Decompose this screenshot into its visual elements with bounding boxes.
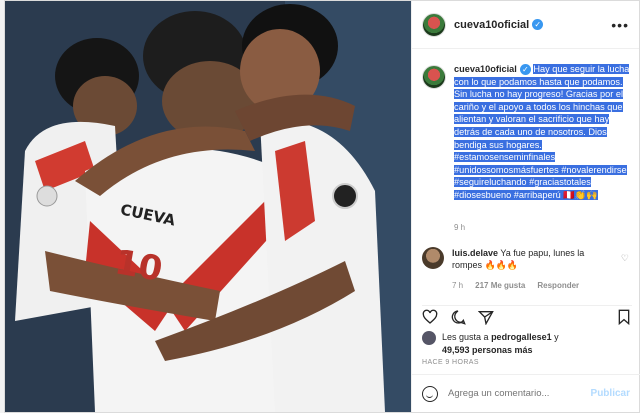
caption-body: cueva10oficial ✓ Hay que seguir la lucha …: [454, 63, 632, 202]
jersey-number: 10: [111, 242, 166, 290]
comment-item: luis.delave Ya fue papu, lunes la rompes…: [422, 247, 632, 271]
caption-avatar[interactable]: [422, 65, 446, 89]
header-username[interactable]: cueva10oficial: [454, 19, 529, 31]
publish-button[interactable]: Publicar: [591, 388, 630, 399]
post-caption: cueva10oficial ✓ Hay que seguir la lucha …: [422, 63, 632, 202]
post-timestamp[interactable]: HACE 9 HORAS: [422, 359, 479, 366]
heart-icon[interactable]: [422, 309, 438, 325]
commenter-avatar[interactable]: [422, 247, 444, 269]
post-sidebar: cueva10oficial ✓ ••• cueva10oficial ✓ Hay…: [411, 1, 640, 412]
instagram-post: CUEVA 10 cueva10oficial ✓ ••• cueva10ofi…: [4, 0, 640, 413]
emoji-icon[interactable]: [422, 385, 438, 402]
comment-icon[interactable]: [450, 309, 466, 325]
likes-summary: Les gusta a pedrogallese1 y 49,593 perso…: [422, 331, 559, 357]
liker-avatar[interactable]: [422, 331, 436, 345]
more-options-icon[interactable]: •••: [611, 17, 629, 33]
caption-text: Hay que seguir la lucha con lo que podam…: [454, 64, 630, 200]
comment-meta: 7 h 217 Me gusta Responder: [452, 281, 579, 290]
reply-button[interactable]: Responder: [537, 281, 579, 290]
comment-likes[interactable]: 217 Me gusta: [475, 281, 525, 290]
likes-suffix: y: [554, 332, 559, 342]
screenshot-frame: CUEVA 10 cueva10oficial ✓ ••• cueva10ofi…: [0, 0, 640, 413]
players-illustration: [5, 1, 411, 412]
post-header: cueva10oficial ✓ •••: [412, 1, 639, 49]
comment-time: 7 h: [452, 281, 464, 290]
comment-body: luis.delave Ya fue papu, lunes la rompes…: [452, 247, 612, 271]
likes-user[interactable]: pedrogallese1: [491, 332, 552, 342]
caption-username[interactable]: cueva10oficial: [454, 64, 517, 74]
likes-prefix: Les gusta a: [442, 332, 489, 342]
share-icon[interactable]: [478, 309, 494, 325]
comment-input[interactable]: [448, 388, 588, 399]
bookmark-icon[interactable]: [616, 309, 632, 325]
likes-count[interactable]: 49,593 personas más: [442, 345, 533, 355]
comment-username[interactable]: luis.delave: [452, 248, 498, 258]
verified-icon: ✓: [519, 64, 531, 76]
comment-like-icon[interactable]: ♡: [621, 253, 629, 264]
add-comment-bar: Publicar: [412, 374, 640, 412]
likes-text: Les gusta a pedrogallese1 y 49,593 perso…: [442, 331, 559, 357]
caption-time: 9 h: [454, 223, 466, 232]
post-actions: [422, 305, 632, 327]
profile-avatar[interactable]: [422, 12, 446, 37]
verified-icon: ✓: [532, 19, 544, 30]
post-photo[interactable]: CUEVA 10: [5, 1, 411, 412]
